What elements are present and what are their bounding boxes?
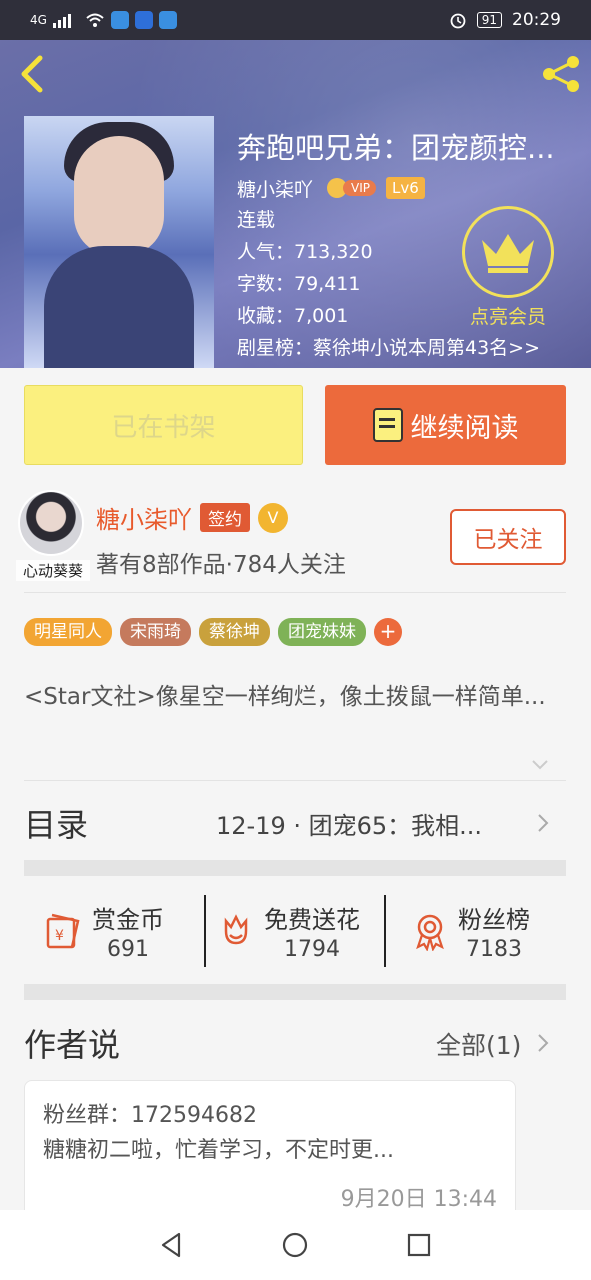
author-says-title: 作者说	[24, 1026, 121, 1064]
status-bar: 4G 91 20:29	[0, 0, 591, 40]
stat-value: 1794	[284, 937, 340, 962]
section-band	[24, 860, 566, 876]
book-cover[interactable]	[24, 116, 214, 368]
signed-badge: 签约	[200, 503, 250, 532]
app-notify-icon	[158, 11, 177, 29]
section-band	[24, 984, 566, 1000]
divider	[24, 592, 566, 593]
author-says-all-link[interactable]: 全部(1)	[436, 1026, 521, 1062]
member-label[interactable]: 点亮会员	[462, 302, 554, 329]
author-note-card[interactable]: 粉丝群：172594682 糖糖初二啦，忙着学习，不定时更... 9月20日 1…	[24, 1080, 516, 1230]
toc-label[interactable]: 目录	[24, 800, 88, 846]
vip-badge: VIP	[327, 178, 376, 198]
tag-item[interactable]: 蔡徐坤	[199, 618, 270, 646]
clock: 20:29	[512, 10, 561, 30]
system-nav-bar	[0, 1210, 591, 1280]
author-row: 糖小柒吖 VIP Lv6	[237, 172, 589, 204]
app-notify-icon	[110, 11, 129, 29]
book-header: 奔跑吧兄弟：团宠颜控... 糖小柒吖 VIP Lv6 连载 人气：713,320…	[0, 40, 591, 368]
tag-item[interactable]: 明星同人	[24, 618, 112, 646]
note-timestamp: 9月20日 13:44	[340, 1187, 497, 1212]
chevron-right-icon[interactable]	[536, 1032, 550, 1054]
stat-label: 赏金币	[92, 906, 164, 934]
on-shelf-button[interactable]: 已在书架	[24, 385, 303, 465]
stat-label: 免费送花	[264, 906, 360, 934]
alarm-icon	[450, 13, 466, 29]
nav-recents-icon[interactable]	[404, 1230, 434, 1260]
reward-coins-stat[interactable]: ¥ 赏金币 691	[44, 896, 164, 966]
svg-text:¥: ¥	[55, 928, 64, 944]
follow-button[interactable]: 已关注	[450, 509, 566, 565]
note-line: 糖糖初二啦，忙着学习，不定时更...	[43, 1138, 394, 1163]
add-tag-button[interactable]: +	[374, 618, 402, 646]
crown-icon	[482, 234, 534, 273]
tag-item[interactable]: 团宠妹妹	[278, 618, 366, 646]
stat-divider	[384, 895, 386, 967]
level-badge: Lv6	[386, 177, 425, 199]
wifi-icon	[86, 13, 104, 27]
free-flower-stat[interactable]: 免费送花 1794	[216, 896, 360, 966]
verified-icon: V	[258, 502, 288, 533]
author-stats: 著有8部作品·784人关注	[96, 552, 346, 578]
stat-divider	[204, 895, 206, 967]
fan-ranking-stat[interactable]: 粉丝榜 7183	[410, 896, 530, 966]
app-notify-icon	[134, 11, 153, 29]
book-icon	[372, 408, 403, 442]
flower-icon	[224, 914, 248, 945]
tag-list: 明星同人 宋雨琦 蔡徐坤 团宠妹妹 +	[24, 618, 402, 646]
stat-value: 691	[107, 937, 149, 962]
red-envelope-icon: ¥	[46, 913, 80, 949]
book-description[interactable]: <Star文社>像星空一样绚烂，像土拨鼠一样简单...	[24, 680, 564, 715]
toc-latest-chapter[interactable]: 12-19 · 团宠65：我相...	[216, 806, 482, 841]
author-name-row: 糖小柒吖 签约 V	[96, 500, 288, 535]
back-icon[interactable]	[14, 52, 50, 96]
continue-reading-button[interactable]: 继续阅读	[325, 385, 566, 465]
book-author[interactable]: 糖小柒吖	[237, 175, 313, 202]
signal-icon	[52, 14, 71, 28]
battery-icon: 91	[476, 12, 502, 28]
stat-value: 7183	[466, 937, 522, 962]
stat-label: 粉丝榜	[458, 906, 530, 934]
author-avatar[interactable]	[18, 490, 84, 556]
chevron-right-icon[interactable]	[536, 812, 550, 834]
expand-chevron-icon[interactable]	[530, 754, 550, 774]
member-button[interactable]	[462, 206, 554, 298]
divider	[24, 780, 566, 781]
tag-item[interactable]: 宋雨琦	[120, 618, 191, 646]
share-icon[interactable]	[539, 54, 583, 94]
ranking-link[interactable]: 剧星榜：蔡徐坤小说本周第43名>>	[237, 332, 589, 364]
medal-icon	[416, 914, 444, 951]
author-name[interactable]: 糖小柒吖	[96, 500, 192, 535]
nav-home-icon[interactable]	[280, 1230, 310, 1260]
signal-label: 4G	[30, 13, 47, 27]
continue-reading-label: 继续阅读	[410, 412, 519, 444]
book-title: 奔跑吧兄弟：团宠颜控...	[237, 131, 555, 165]
nav-back-icon[interactable]	[157, 1230, 187, 1260]
avatar-caption: 心动葵葵	[16, 560, 90, 581]
note-line: 粉丝群：172594682	[43, 1103, 257, 1128]
